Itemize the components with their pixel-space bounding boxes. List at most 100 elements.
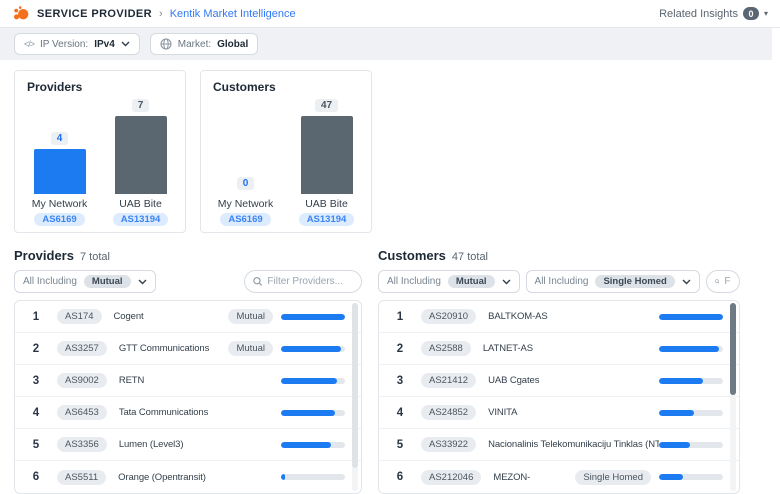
relationship-badge: Single Homed	[575, 469, 651, 485]
asn-badge: AS5511	[57, 469, 107, 485]
kentik-logo-icon	[14, 5, 29, 19]
table-row[interactable]: 4 AS6453 Tata Communications	[15, 397, 361, 429]
chevron-down-icon	[682, 279, 691, 284]
filter-badge: Mutual	[83, 275, 131, 288]
chart-bar-group[interactable]: 7 UAB Bite AS13194	[108, 99, 173, 226]
share-bar-track	[659, 313, 723, 320]
row-rank: 4	[32, 406, 40, 419]
network-name: BALTKOM-AS	[488, 311, 548, 322]
providers-section-title: Providers	[14, 248, 74, 263]
relationship-badge: Mutual	[228, 341, 273, 356]
row-rank: 2	[32, 342, 40, 355]
share-bar-fill	[281, 441, 331, 448]
asn-badge: AS3257	[57, 341, 107, 356]
chart-bar-group[interactable]: 4 My Network AS6169	[27, 132, 92, 226]
related-insights-count-badge: 0	[742, 7, 759, 20]
ip-version-label: IP Version:	[40, 38, 89, 50]
row-rank: 5	[396, 438, 404, 451]
providers-search-input[interactable]	[267, 276, 353, 287]
network-name: Nacionalinis Telekomunikaciju Tinklas (N…	[488, 439, 659, 450]
row-rank: 6	[32, 471, 40, 483]
asn-badge: AS6453	[57, 405, 107, 420]
chart-bar	[114, 116, 167, 194]
share-bar-track	[659, 474, 723, 480]
chart-bar-group[interactable]: 0 My Network AS6169	[213, 177, 278, 226]
chart-bar-group[interactable]: 47 UAB Bite AS13194	[294, 99, 359, 226]
market-selector[interactable]: Market: Global	[149, 33, 259, 55]
table-row[interactable]: 5 AS3356 Lumen (Level3)	[15, 429, 361, 461]
related-insights-control[interactable]: Related Insights 0 ▾	[659, 7, 768, 20]
bar-value-badge: 4	[50, 132, 69, 145]
bar-category-label: My Network	[217, 198, 274, 210]
table-row[interactable]: 6 AS212046 MEZON- Single Homed	[379, 461, 739, 493]
customers-scrollbar-thumb[interactable]	[730, 303, 736, 395]
global-filter-bar: </> IP Version: IPv4 Market: Global	[0, 28, 772, 60]
top-header: SERVICE PROVIDER › Kentik Market Intelli…	[0, 0, 780, 28]
share-bar-fill	[659, 377, 703, 384]
chevron-down-icon	[138, 279, 147, 284]
share-bar-track	[659, 345, 723, 352]
asn-badge: AS3356	[57, 437, 107, 452]
table-row[interactable]: 6 AS5511 Orange (Opentransit)	[15, 461, 361, 493]
share-bar-track	[281, 409, 345, 416]
row-rank: 4	[396, 406, 404, 419]
filter-label: All Including	[387, 276, 441, 287]
customers-table-body: 1 AS20910 BALTKOM-AS 2 AS2588 LATNET-AS 3 AS214…	[379, 301, 739, 493]
bar-value-badge: 7	[131, 99, 150, 112]
table-row[interactable]: 3 AS21412 UAB Cgates	[379, 365, 739, 397]
table-row[interactable]: 3 AS9002 RETN	[15, 365, 361, 397]
share-bar-fill	[281, 313, 345, 320]
network-name: UAB Cgates	[488, 375, 540, 386]
caret-down-icon: ▾	[763, 8, 768, 18]
ip-version-dropdown[interactable]: </> IP Version: IPv4	[14, 33, 140, 55]
providers-scrollbar-thumb[interactable]	[352, 303, 358, 469]
network-name: Lumen (Level3)	[118, 439, 184, 450]
providers-panel: Providers 7 total All Including Mutual F…	[14, 248, 362, 494]
network-name: Cogent	[113, 311, 144, 322]
network-name: GTT Communications	[118, 343, 210, 354]
table-row[interactable]: 5 AS33922 Nacionalinis Telekomunikaciju Ti…	[379, 429, 739, 461]
asn-badge: AS212046	[421, 469, 482, 485]
related-insights-label: Related Insights	[659, 7, 738, 20]
share-bar-fill	[659, 313, 723, 320]
table-row[interactable]: 4 AS24852 VINITA	[379, 397, 739, 429]
network-name: RETN	[118, 375, 145, 386]
market-value: Global	[217, 38, 249, 50]
share-bar-track	[281, 345, 345, 352]
share-bar-track	[281, 313, 345, 320]
relationship-badge: Mutual	[228, 309, 273, 324]
code-icon: </>	[24, 39, 35, 49]
customers-search-input[interactable]	[724, 276, 731, 287]
share-bar-track	[659, 377, 723, 384]
table-row[interactable]: 1 AS20910 BALTKOM-AS	[379, 301, 739, 333]
chart-bar	[33, 149, 86, 194]
ip-version-value: IPv4	[94, 38, 115, 50]
providers-table: 1 AS174 Cogent Mutual 2 AS3257 GTT Communicati…	[14, 300, 362, 494]
table-row[interactable]: 1 AS174 Cogent Mutual	[15, 301, 361, 333]
providers-filter-dropdown[interactable]: All Including Mutual	[14, 270, 156, 293]
providers-table-body: 1 AS174 Cogent Mutual 2 AS3257 GTT Communicati…	[15, 301, 361, 493]
globe-icon	[160, 38, 172, 50]
table-row[interactable]: 2 AS2588 LATNET-AS	[379, 333, 739, 365]
share-bar-track	[659, 409, 723, 416]
bar-category-label: My Network	[31, 198, 88, 210]
search-icon	[253, 277, 263, 286]
share-bar-fill	[659, 474, 684, 480]
bar-asn-badge: AS13194	[112, 213, 169, 226]
breadcrumb-page-link[interactable]: Kentik Market Intelligence	[170, 8, 296, 20]
share-bar-track	[281, 474, 345, 480]
share-bar-fill	[281, 377, 338, 384]
providers-bar-chart: 4 My Network AS6169 7 UAB Bite AS13194	[27, 94, 173, 226]
customers-scrollbar[interactable]	[730, 303, 736, 491]
network-name: MEZON-	[493, 471, 531, 483]
asn-badge: AS9002	[57, 373, 107, 388]
row-rank: 3	[396, 374, 404, 387]
share-bar-track	[659, 441, 723, 448]
share-bar-fill	[281, 345, 341, 352]
customers-filter-dropdown-2[interactable]: All Including Single Homed	[525, 270, 700, 293]
providers-scrollbar[interactable]	[352, 303, 358, 491]
table-row[interactable]: 2 AS3257 GTT Communications Mutual	[15, 333, 361, 365]
bar-asn-badge: AS6169	[34, 213, 85, 226]
row-rank: 3	[32, 374, 40, 387]
customers-filter-dropdown-1[interactable]: All Including Mutual	[378, 270, 520, 293]
